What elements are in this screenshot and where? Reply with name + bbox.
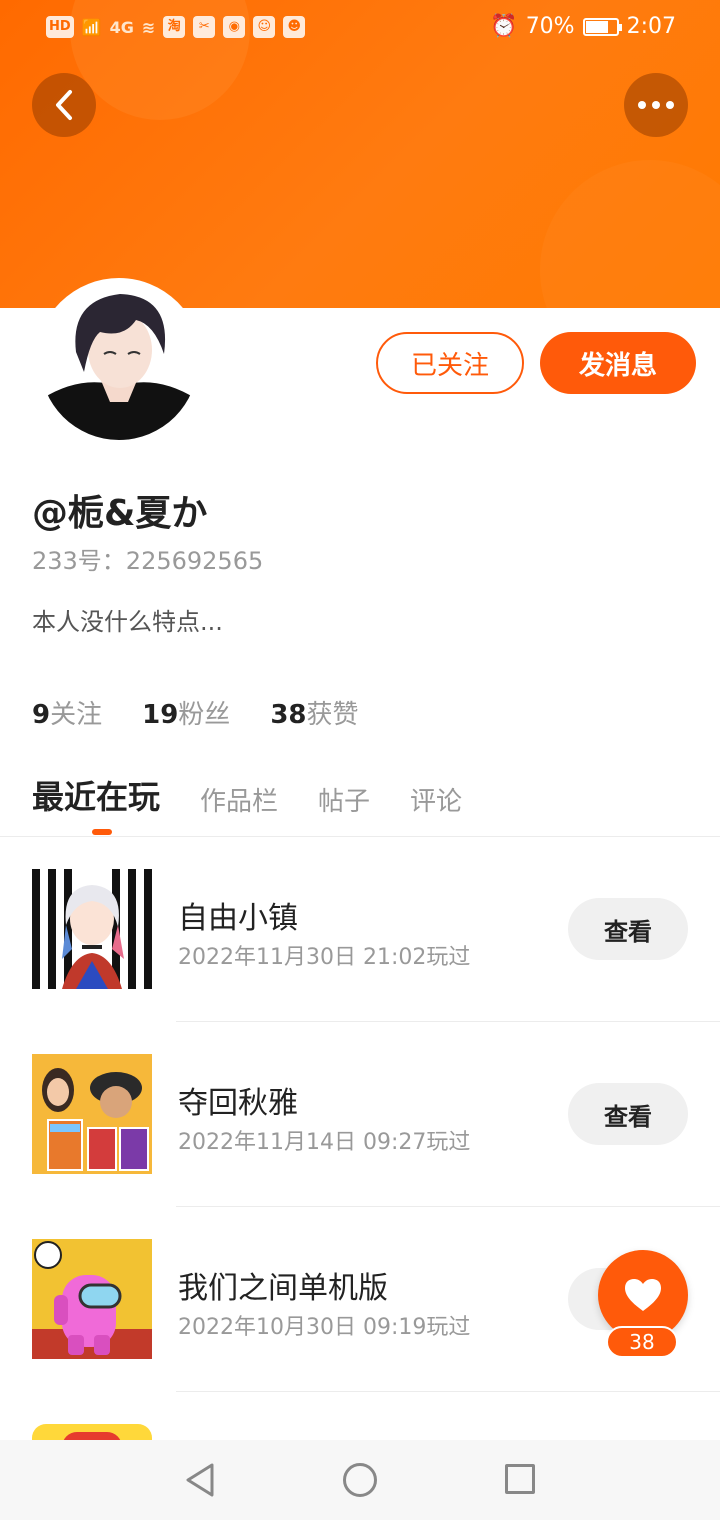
battery-icon bbox=[582, 17, 622, 36]
stat-number: 38 bbox=[270, 700, 307, 730]
tab-posts[interactable]: 帖子 bbox=[318, 781, 370, 818]
heart-icon bbox=[625, 1279, 661, 1311]
game-name: 夺回秋雅 bbox=[178, 1086, 298, 1121]
send-message-button[interactable]: 发消息 bbox=[540, 332, 696, 394]
stat-number: 9 bbox=[32, 700, 51, 730]
game-thumbnail bbox=[32, 869, 152, 989]
taobao-icon: 淘 bbox=[163, 16, 186, 38]
signal-icon: 📶 bbox=[81, 17, 102, 37]
user-id: 233号：225692565 bbox=[32, 547, 264, 575]
avatar[interactable] bbox=[36, 278, 202, 444]
clock: 2:07 bbox=[626, 14, 676, 39]
game-name: 自由小镇 bbox=[178, 901, 298, 936]
like-count-badge: 38 bbox=[606, 1326, 678, 1358]
last-played-time: 2022年10月30日 09:19玩过 bbox=[178, 1315, 471, 1340]
alarm-icon: ⏰ bbox=[490, 14, 518, 39]
stat-followers[interactable]: 19粉丝 bbox=[142, 694, 230, 731]
game-thumbnail bbox=[32, 1054, 152, 1174]
tab-works[interactable]: 作品栏 bbox=[200, 781, 278, 818]
back-button[interactable] bbox=[32, 73, 96, 137]
view-button[interactable]: 查看 bbox=[568, 898, 688, 960]
bio: 本人没什么特点... bbox=[32, 608, 223, 636]
username: @栀&夏か bbox=[32, 493, 208, 534]
nav-home-icon[interactable] bbox=[343, 1463, 377, 1497]
status-bar: HD 📶 4G ≋ 淘 ✂ ◉ ☺ ☻ ⏰ 70% 2:07 bbox=[0, 0, 720, 56]
app-icon: ☺ bbox=[253, 16, 276, 38]
nav-back-icon[interactable] bbox=[184, 1462, 216, 1498]
view-button[interactable]: 查看 bbox=[568, 1083, 688, 1145]
more-dots-icon bbox=[638, 101, 674, 109]
capcut-icon: ✂ bbox=[193, 16, 216, 38]
tab-recently-played[interactable]: 最近在玩 bbox=[32, 772, 160, 818]
profile-header-banner: HD 📶 4G ≋ 淘 ✂ ◉ ☺ ☻ ⏰ 70% 2:07 bbox=[0, 0, 720, 308]
app-icon: ◉ bbox=[223, 16, 246, 38]
battery-percent: 70% bbox=[525, 14, 575, 39]
nav-recents-icon[interactable] bbox=[505, 1464, 535, 1494]
active-tab-indicator bbox=[92, 829, 112, 835]
app-icon: ☻ bbox=[283, 16, 306, 38]
more-options-button[interactable] bbox=[624, 73, 688, 137]
stat-likes[interactable]: 38获赞 bbox=[270, 694, 358, 731]
stat-number: 19 bbox=[142, 700, 179, 730]
profile-tabs: 最近在玩 作品栏 帖子 评论 bbox=[32, 772, 462, 818]
stat-label: 获赞 bbox=[306, 700, 359, 730]
list-item[interactable]: 自由小镇 2022年11月30日 21:02玩过 查看 bbox=[0, 837, 720, 1022]
followed-button[interactable]: 已关注 bbox=[376, 332, 524, 394]
last-played-time: 2022年11月14日 09:27玩过 bbox=[178, 1130, 471, 1155]
divider bbox=[176, 1391, 720, 1392]
list-item[interactable]: 夺回秋雅 2022年11月14日 09:27玩过 查看 bbox=[0, 1022, 720, 1207]
stat-following[interactable]: 9关注 bbox=[32, 694, 102, 731]
avatar-image bbox=[40, 282, 198, 440]
stats-row: 9关注 19粉丝 38获赞 bbox=[32, 694, 359, 731]
system-nav-bar bbox=[0, 1440, 720, 1520]
chevron-left-icon bbox=[56, 90, 72, 120]
stat-label: 粉丝 bbox=[178, 700, 231, 730]
hd-icon: HD bbox=[46, 16, 74, 38]
wifi-icon: ≋ bbox=[141, 17, 156, 37]
game-thumbnail bbox=[32, 1239, 152, 1359]
stat-label: 关注 bbox=[50, 700, 103, 730]
network-4g-icon: 4G bbox=[109, 17, 134, 37]
last-played-time: 2022年11月30日 21:02玩过 bbox=[178, 945, 471, 970]
game-name: 我们之间单机版 bbox=[178, 1271, 388, 1306]
tab-comments[interactable]: 评论 bbox=[410, 781, 462, 818]
